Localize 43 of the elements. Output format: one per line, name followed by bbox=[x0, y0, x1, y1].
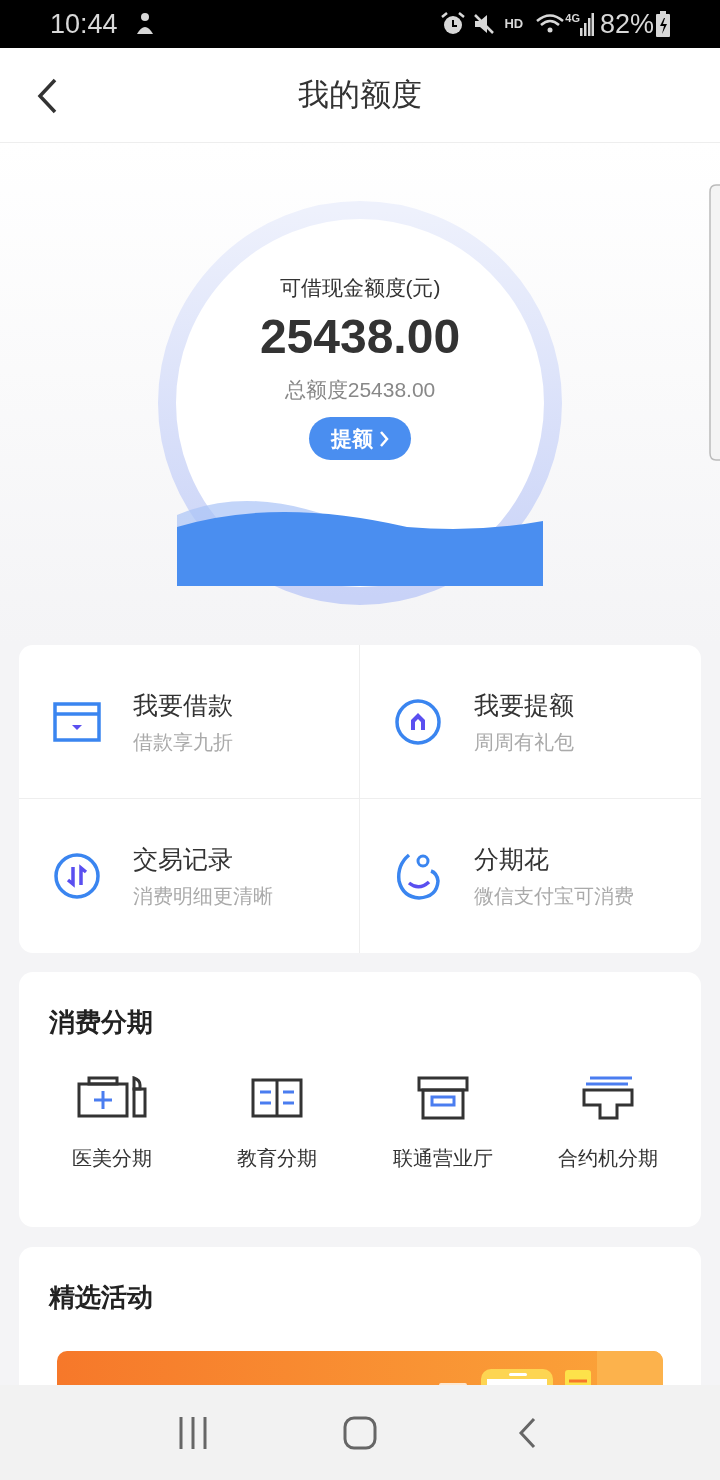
section-title: 消费分期 bbox=[49, 1006, 154, 1039]
shortcut-tile[interactable]: 分期花 微信支付宝可消费 bbox=[360, 799, 701, 953]
alarm-icon bbox=[440, 11, 467, 37]
installment-label[interactable]: 联通营业厅 bbox=[392, 1144, 493, 1172]
archive-box-icon bbox=[416, 1076, 469, 1120]
shortcut-title: 我要借款 bbox=[133, 689, 233, 721]
book-icon bbox=[251, 1078, 304, 1118]
shortcut-subtitle: 消费明细更清晰 bbox=[133, 884, 273, 909]
wallet-icon bbox=[53, 701, 101, 742]
total-quota: 总额度25438.00 bbox=[284, 377, 436, 403]
transfer-icon bbox=[53, 852, 101, 900]
t-shape-icon bbox=[582, 1076, 635, 1120]
shortcut-subtitle: 借款享九折 bbox=[133, 729, 233, 755]
moon-icon bbox=[395, 851, 441, 901]
shortcut-subtitle: 微信支付宝可消费 bbox=[474, 884, 634, 909]
installment-label[interactable]: 教育分期 bbox=[237, 1144, 318, 1172]
chevron-left-icon bbox=[36, 78, 58, 114]
rounded-square-icon bbox=[343, 1415, 377, 1450]
available-amount: 25438.00 bbox=[259, 309, 461, 365]
hd-label: HD bbox=[504, 15, 524, 34]
signal-icon bbox=[579, 12, 594, 36]
chevron-right-icon bbox=[379, 429, 389, 448]
medical-kit-icon bbox=[76, 1076, 147, 1120]
battery-icon bbox=[656, 11, 670, 37]
section-title: 精选活动 bbox=[49, 1281, 154, 1314]
shortcut-title: 我要提额 bbox=[474, 689, 574, 721]
network-label: 4G bbox=[565, 11, 580, 26]
clock-time: 10:44 bbox=[50, 7, 118, 41]
shortcut-tile[interactable]: 我要借款 借款享九折 bbox=[19, 645, 360, 799]
shortcut-subtitle: 周周有礼包 bbox=[474, 729, 574, 755]
three-bars-icon bbox=[178, 1416, 209, 1449]
installment-label[interactable]: 合约机分期 bbox=[558, 1144, 659, 1172]
available-label: 可借现金额度(元) bbox=[279, 275, 441, 301]
wifi-icon bbox=[535, 13, 566, 35]
chevron-left-icon bbox=[516, 1416, 537, 1449]
shortcut-tile[interactable]: 我要提额 周周有礼包 bbox=[360, 645, 701, 799]
battery-percent: 82% bbox=[599, 7, 654, 41]
page-title: 我的额度 bbox=[298, 75, 422, 114]
shortcut-tile[interactable]: 交易记录 消费明细更清晰 bbox=[19, 799, 360, 953]
edge-handle[interactable] bbox=[709, 184, 720, 461]
shortcut-title: 交易记录 bbox=[133, 844, 234, 875]
installment-label[interactable]: 医美分期 bbox=[71, 1144, 152, 1172]
shortcut-title: 分期花 bbox=[474, 844, 550, 875]
